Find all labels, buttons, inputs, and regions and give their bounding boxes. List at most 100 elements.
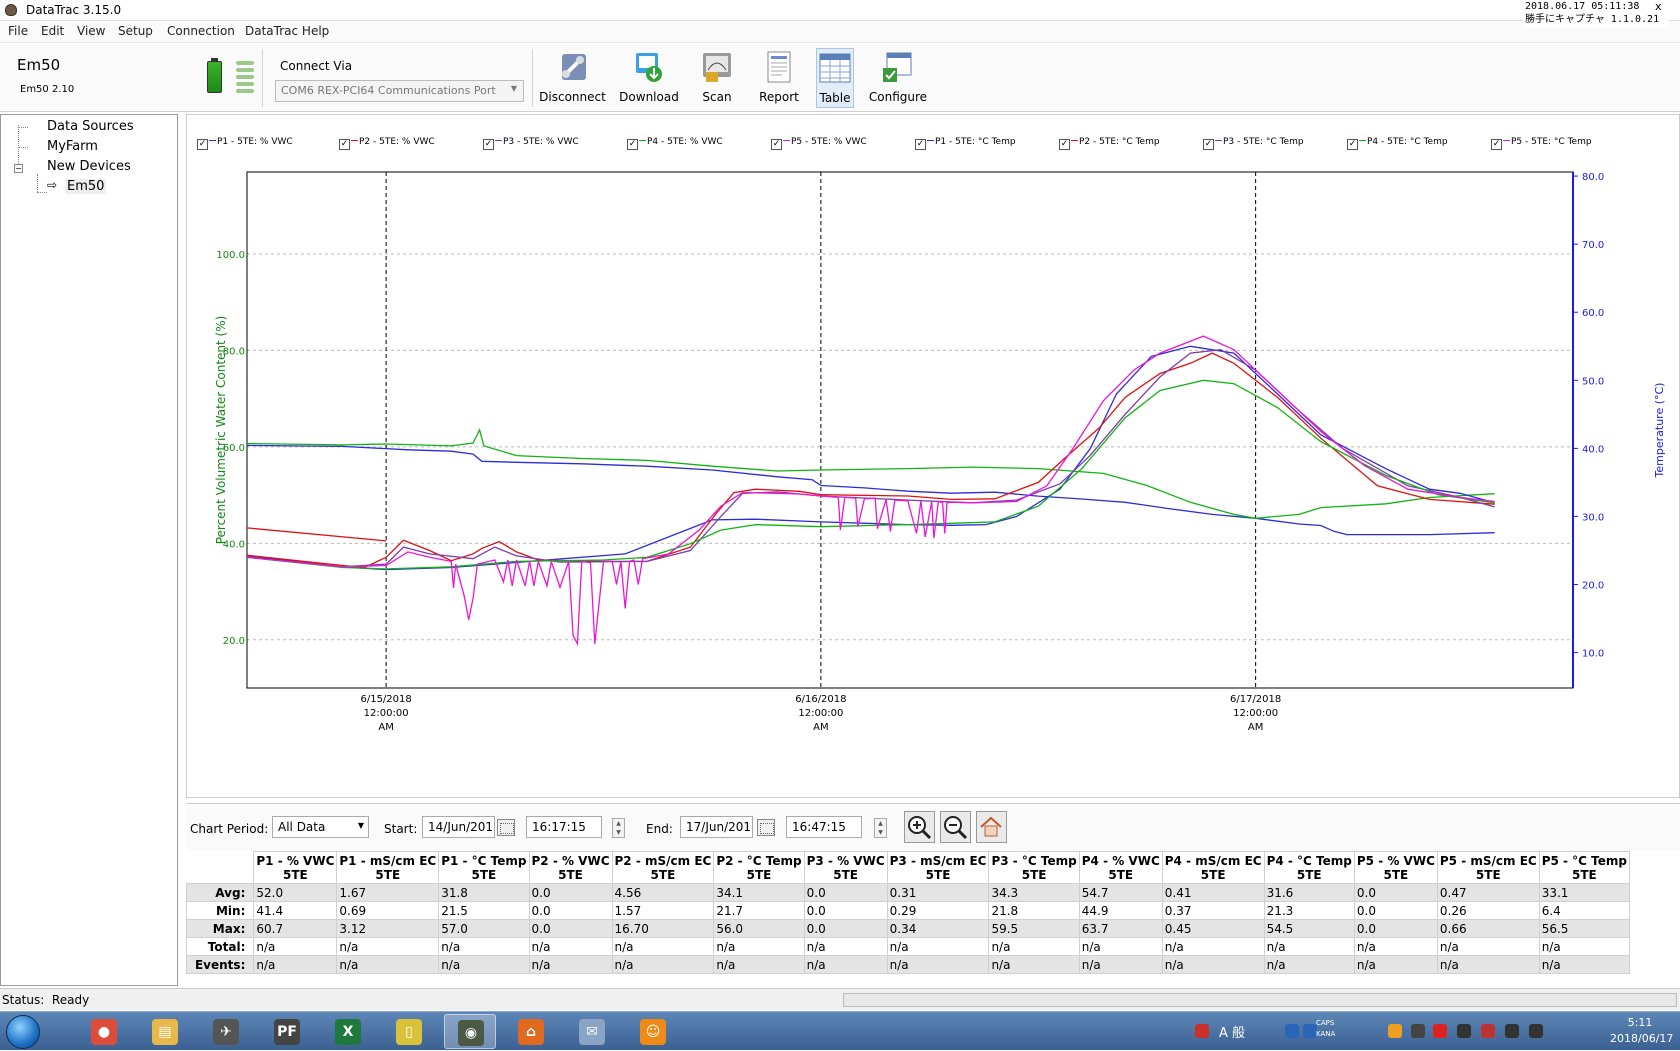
tray-display-icon[interactable] [1457,1024,1471,1038]
column-header[interactable]: P2 - mS/cm EC 5TE [611,851,715,884]
start-time-spinner[interactable]: ▲ ▼ [612,818,625,838]
chart-canvas[interactable]: 20.040.060.080.0100.010.020.030.040.050.… [187,115,1680,799]
tray-shield-icon[interactable] [1195,1024,1209,1038]
column-header[interactable]: P3 - % VWC 5TE [803,851,888,884]
status-bar: Status: Ready [0,988,1680,1010]
scan-button[interactable]: Scan [696,48,738,108]
tray-clock[interactable]: 5:11 2018/06/17 [1610,1015,1673,1047]
tray-antivirus-icon[interactable] [1433,1024,1447,1038]
taskbar-app-face[interactable]: ☺ [627,1014,679,1049]
menu-help[interactable]: DataTrac Help [245,24,329,38]
taskbar-app-mail[interactable]: ✉ [566,1014,618,1049]
tree-connector [18,147,28,148]
table-cell: 33.1 [1538,883,1631,902]
zoom-out-button[interactable] [940,811,971,843]
configure-button[interactable]: Configure [868,48,928,108]
window-title: DataTrac 3.15.0 [26,3,122,17]
end-date-input[interactable]: 17/Jun/201 [680,816,753,838]
port-select[interactable]: COM6 REX-PCI64 Communications Port ▼ [275,80,524,102]
column-header[interactable]: P4 - % VWC 5TE [1078,851,1163,884]
menu-connection[interactable]: Connection [167,24,235,38]
start-button[interactable] [6,1015,40,1049]
y2-axis-label: Temperature (°C) [1653,383,1666,479]
taskbar-app-app-orange[interactable]: ⌂ [505,1014,557,1049]
table-cell: n/a [1263,955,1355,974]
column-header-title: P1 - mS/cm EC [339,853,437,868]
taskbar-app-pf[interactable]: PF [261,1014,313,1049]
taskbar-app-folder[interactable]: ▯ [383,1014,435,1049]
column-header[interactable]: P2 - °C Temp 5TE [713,851,805,884]
column-header-title: P1 - °C Temp [441,853,527,868]
menu-file[interactable]: File [8,24,28,38]
column-header-title: P4 - mS/cm EC [1164,853,1262,868]
download-button[interactable]: Download [612,48,686,108]
table-cell: 0.47 [1436,883,1540,902]
tree-item-new-devices[interactable]: New Devices [47,159,131,174]
menu-setup[interactable]: Setup [118,24,153,38]
column-header[interactable]: P4 - °C Temp 5TE [1263,851,1355,884]
table-button[interactable]: Table [816,48,854,108]
column-header[interactable]: P1 - mS/cm EC 5TE [336,851,440,884]
column-header[interactable]: P5 - mS/cm EC 5TE [1436,851,1540,884]
end-time-spinner[interactable]: ▲ ▼ [874,818,887,838]
menu-view[interactable]: View [77,24,105,38]
table-cell: 21.5 [438,901,530,920]
column-header-sensor: 5TE [833,867,858,882]
disconnect-button[interactable]: Disconnect [538,48,607,108]
table-cell: 0.26 [1436,901,1540,920]
calendar-icon[interactable] [497,819,515,836]
toolbar-divider [262,49,263,107]
column-header[interactable]: P5 - % VWC 5TE [1353,851,1438,884]
close-icon[interactable]: x [1655,0,1662,13]
table-cell: 0.69 [336,901,440,920]
table-cell: 21.7 [713,901,805,920]
start-date-input[interactable]: 14/Jun/201 [422,816,495,838]
tray-help-icon[interactable] [1303,1024,1317,1038]
column-header[interactable]: P3 - °C Temp 5TE [988,851,1080,884]
status-progress-bar [843,993,1677,1007]
tray-volume-icon[interactable] [1529,1024,1543,1038]
tree-item-myfarm[interactable]: MyFarm [47,139,98,154]
calendar-icon[interactable] [757,819,775,836]
column-header[interactable]: P2 - % VWC 5TE [528,851,613,884]
zoom-out-icon [944,816,968,840]
column-header[interactable]: P3 - mS/cm EC 5TE [886,851,990,884]
taskbar-app-tool[interactable]: ✈ [200,1014,252,1049]
tree-item-data-sources[interactable]: Data Sources [47,119,134,134]
status-label: Status: [2,993,45,1007]
report-button[interactable]: Report [754,48,804,108]
tray-flag-icon[interactable] [1481,1024,1495,1038]
chart-period-select[interactable]: All Data ▼ [272,816,369,838]
tree-item-em50[interactable]: Em50 [65,179,107,194]
taskbar-app-datatrac[interactable]: ◉ [444,1014,496,1049]
signal-icon [236,61,254,93]
zoom-in-button[interactable] [904,811,935,843]
taskbar-app-chrome[interactable]: ● [78,1014,130,1049]
column-header-sensor: 5TE [375,867,401,882]
column-header[interactable]: P1 - % VWC 5TE [253,851,338,884]
scan-icon [700,50,734,84]
start-time-input[interactable]: 16:17:15 [526,816,602,838]
taskbar-app-explorer[interactable]: ▤ [139,1014,191,1049]
end-time-input[interactable]: 16:47:15 [786,816,862,838]
column-header[interactable]: P4 - mS/cm EC 5TE [1161,851,1265,884]
column-header[interactable]: P1 - °C Temp 5TE [438,851,530,884]
tree-collapse-toggle[interactable]: − [14,164,23,173]
table-cell: 16.70 [611,919,715,938]
ime-indicator[interactable]: A 般 [1219,1022,1245,1041]
zoom-reset-button[interactable] [976,811,1007,843]
column-header[interactable]: P5 - °C Temp 5TE [1538,851,1631,884]
table-cell: n/a [253,937,338,956]
tray-sun-icon[interactable] [1388,1024,1402,1038]
table-cell: 54.5 [1263,919,1355,938]
tray-net-icon[interactable] [1505,1024,1519,1038]
table-cell: n/a [1436,937,1540,956]
tray-network-icon[interactable] [1285,1024,1299,1038]
end-time-value: 16:47:15 [792,820,846,834]
table-cell: 0.31 [886,883,990,902]
taskbar-app-excel[interactable]: X [322,1014,374,1049]
tray-tool-icon[interactable] [1411,1024,1425,1038]
start-label: Start: [384,822,418,836]
column-header-title: P1 - % VWC [256,853,335,868]
menu-edit[interactable]: Edit [41,24,64,38]
